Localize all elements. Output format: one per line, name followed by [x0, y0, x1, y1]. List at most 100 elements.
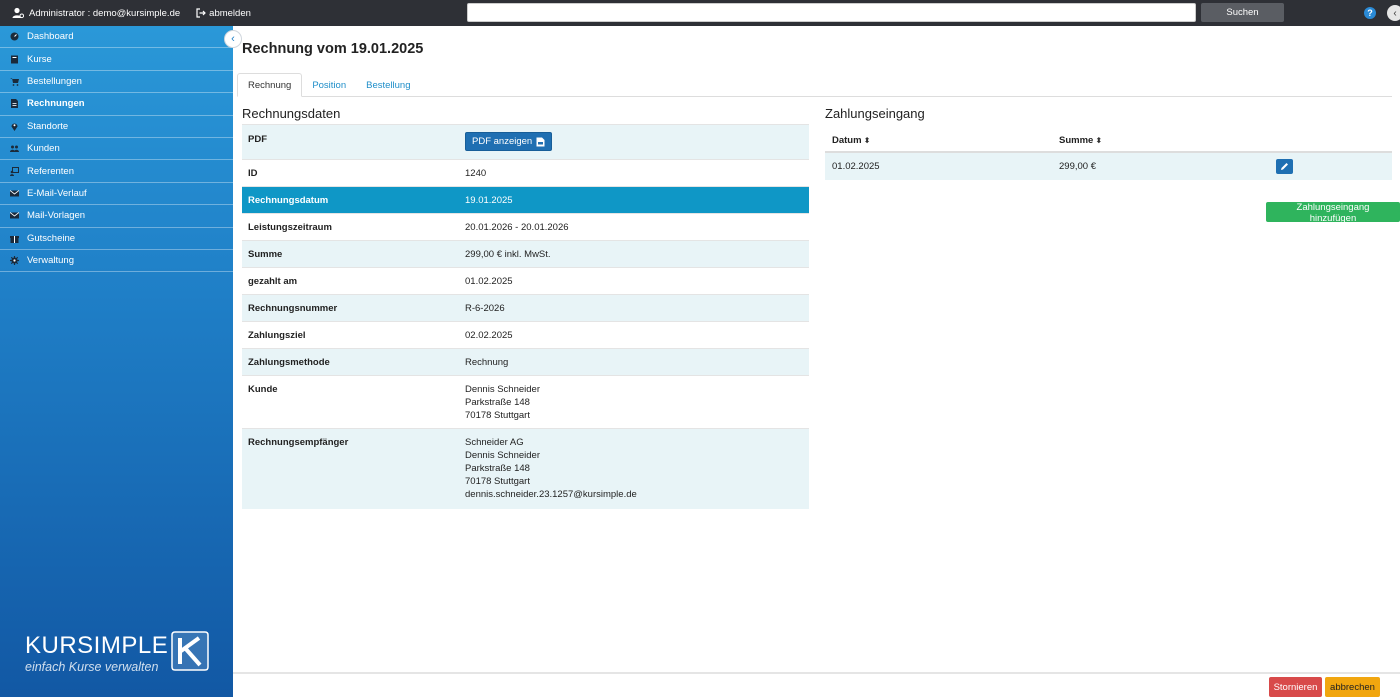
- table-row: Zahlungsmethode Rechnung: [242, 348, 809, 376]
- table-row: Rechnungsdatum 19.01.2025: [242, 186, 809, 214]
- table-row: Kunde Dennis Schneider Parkstraße 148 70…: [242, 375, 809, 429]
- row-value: 02.02.2025: [459, 321, 809, 349]
- cart-icon: [10, 77, 19, 86]
- mail-template-icon: [10, 212, 19, 219]
- pdf-view-button[interactable]: PDF anzeigen: [465, 132, 553, 151]
- k-logo-icon: [171, 631, 209, 671]
- row-key: Rechnungsempfänger: [242, 428, 459, 509]
- brand-name: KURSIMPLE: [25, 632, 169, 659]
- edit-payment-button[interactable]: [1276, 159, 1293, 174]
- sidebar-item-referenten[interactable]: Referenten: [0, 160, 233, 183]
- help-icon[interactable]: ?: [1364, 7, 1376, 19]
- brand-logo: KURSIMPLE einfach Kurse verwalten: [25, 630, 215, 680]
- sidebar-collapse-icon[interactable]: ‹: [224, 30, 242, 48]
- payments-section-title: Zahlungseingang: [825, 106, 925, 121]
- gear-icon: [10, 256, 19, 266]
- sidebar-item-kurse[interactable]: Kurse: [0, 48, 233, 71]
- address-line: 70178 Stuttgart: [465, 476, 530, 487]
- tab-bestellung[interactable]: Bestellung: [356, 73, 420, 97]
- sidebar-item-email-verlauf[interactable]: E-Mail-Verlauf: [0, 183, 233, 206]
- user-info: Administrator : demo@kursimple.de: [12, 7, 180, 19]
- page-title: Rechnung vom 19.01.2025: [242, 41, 424, 57]
- mail-icon: [10, 190, 19, 197]
- search-input[interactable]: [467, 3, 1196, 22]
- row-value: R-6-2026: [459, 294, 809, 322]
- row-value: Dennis Schneider Parkstraße 148 70178 St…: [459, 375, 809, 429]
- location-icon: [11, 123, 18, 131]
- storno-button[interactable]: Stornieren: [1269, 677, 1322, 697]
- top-bar: Administrator : demo@kursimple.de abmeld…: [0, 0, 1400, 26]
- sidebar-item-kunden[interactable]: Kunden: [0, 138, 233, 161]
- col-summe-header[interactable]: Summe ⬍: [1052, 130, 1269, 153]
- row-key: Rechnungsnummer: [242, 294, 459, 322]
- sidebar-menu: Dashboard Kurse Bestellungen Rechnungen …: [0, 26, 233, 273]
- sidebar-item-label: Mail-Vorlagen: [27, 210, 86, 222]
- sidebar-item-verwaltung[interactable]: Verwaltung: [0, 250, 233, 273]
- row-key: Leistungszeitraum: [242, 213, 459, 241]
- email-line: dennis.schneider.23.1257@kursimple.de: [465, 489, 637, 500]
- address-line: Dennis Schneider: [465, 450, 540, 461]
- table-row: Leistungszeitraum 20.01.2026 - 20.01.202…: [242, 213, 809, 241]
- logout-icon: [196, 8, 207, 18]
- user-label: Administrator : demo@kursimple.de: [29, 7, 181, 19]
- sort-icon: ⬍: [863, 136, 871, 145]
- sidebar-item-label: Kunden: [27, 143, 60, 155]
- sidebar-item-label: Bestellungen: [27, 75, 82, 87]
- chevron-left-icon[interactable]: ‹: [1387, 5, 1400, 21]
- sidebar-item-gutscheine[interactable]: Gutscheine: [0, 228, 233, 250]
- sidebar-item-rechnungen[interactable]: Rechnungen: [0, 93, 233, 116]
- cancel-button[interactable]: abbrechen: [1325, 677, 1380, 697]
- sidebar-item-label: Dashboard: [27, 31, 74, 43]
- row-value: 20.01.2026 - 20.01.2026: [459, 213, 809, 241]
- pdf-button-label: PDF anzeigen: [472, 136, 533, 147]
- address-line: Parkstraße 148: [465, 463, 530, 474]
- row-key: gezahlt am: [242, 267, 459, 295]
- sidebar-item-label: Rechnungen: [27, 98, 85, 110]
- table-header-row: Datum ⬍ Summe ⬍: [825, 130, 1392, 153]
- row-value: 19.01.2025: [459, 186, 809, 214]
- sort-icon: ⬍: [1095, 136, 1103, 145]
- address-line: Parkstraße 148: [465, 397, 530, 408]
- row-key: Rechnungsdatum: [242, 186, 459, 214]
- sidebar: ‹ Dashboard Kurse Bestellungen Rechnunge…: [0, 26, 242, 697]
- cell-datum: 01.02.2025: [825, 152, 1052, 180]
- table-row: Zahlungsziel 02.02.2025: [242, 321, 809, 349]
- tab-rechnung[interactable]: Rechnung: [237, 73, 303, 97]
- users-icon: [10, 145, 19, 153]
- sidebar-item-label: Verwaltung: [27, 255, 75, 267]
- file-pdf-icon: [536, 137, 545, 146]
- sidebar-item-label: Standorte: [27, 120, 69, 132]
- pencil-icon: [1281, 163, 1288, 170]
- table-row: gezahlt am 01.02.2025: [242, 267, 809, 295]
- row-value: 1240: [459, 159, 809, 187]
- address-line: 70178 Stuttgart: [465, 410, 530, 421]
- tab-position[interactable]: Position: [302, 73, 356, 97]
- row-value: 299,00 € inkl. MwSt.: [459, 240, 809, 268]
- table-row: Rechnungsempfänger Schneider AG Dennis S…: [242, 428, 809, 509]
- sidebar-item-standorte[interactable]: Standorte: [0, 116, 233, 138]
- row-value: 01.02.2025: [459, 267, 809, 295]
- main-content: Rechnung vom 19.01.2025 Rechnung Positio…: [233, 26, 1400, 672]
- search-button[interactable]: Suchen: [1201, 3, 1284, 22]
- col-label: Summe: [1059, 135, 1094, 146]
- row-key: ID: [242, 159, 459, 187]
- row-key: Summe: [242, 240, 459, 268]
- cell-summe: 299,00 €: [1052, 152, 1269, 180]
- brand-tagline: einfach Kurse verwalten: [25, 660, 159, 674]
- col-datum-header[interactable]: Datum ⬍: [825, 130, 1052, 153]
- sidebar-item-bestellungen[interactable]: Bestellungen: [0, 71, 233, 94]
- add-payment-button[interactable]: Zahlungseingang hinzufügen: [1266, 202, 1400, 224]
- row-key: PDF: [242, 124, 459, 160]
- gift-icon: [10, 235, 19, 243]
- invoice-table: PDF PDF anzeigen ID 1240 Rechnungsdatum …: [242, 124, 809, 509]
- teacher-icon: [10, 166, 19, 176]
- col-actions-header: [1269, 130, 1392, 153]
- sidebar-item-label: E-Mail-Verlauf: [27, 187, 87, 199]
- sidebar-item-dashboard[interactable]: Dashboard: [0, 26, 233, 49]
- row-value: Schneider AG Dennis Schneider Parkstraße…: [459, 428, 809, 509]
- sidebar-item-mail-vorlagen[interactable]: Mail-Vorlagen: [0, 205, 233, 228]
- address-line: Dennis Schneider: [465, 384, 540, 395]
- logout-link[interactable]: abmelden: [196, 8, 251, 19]
- table-row: ID 1240: [242, 159, 809, 187]
- row-value: PDF anzeigen: [459, 124, 809, 160]
